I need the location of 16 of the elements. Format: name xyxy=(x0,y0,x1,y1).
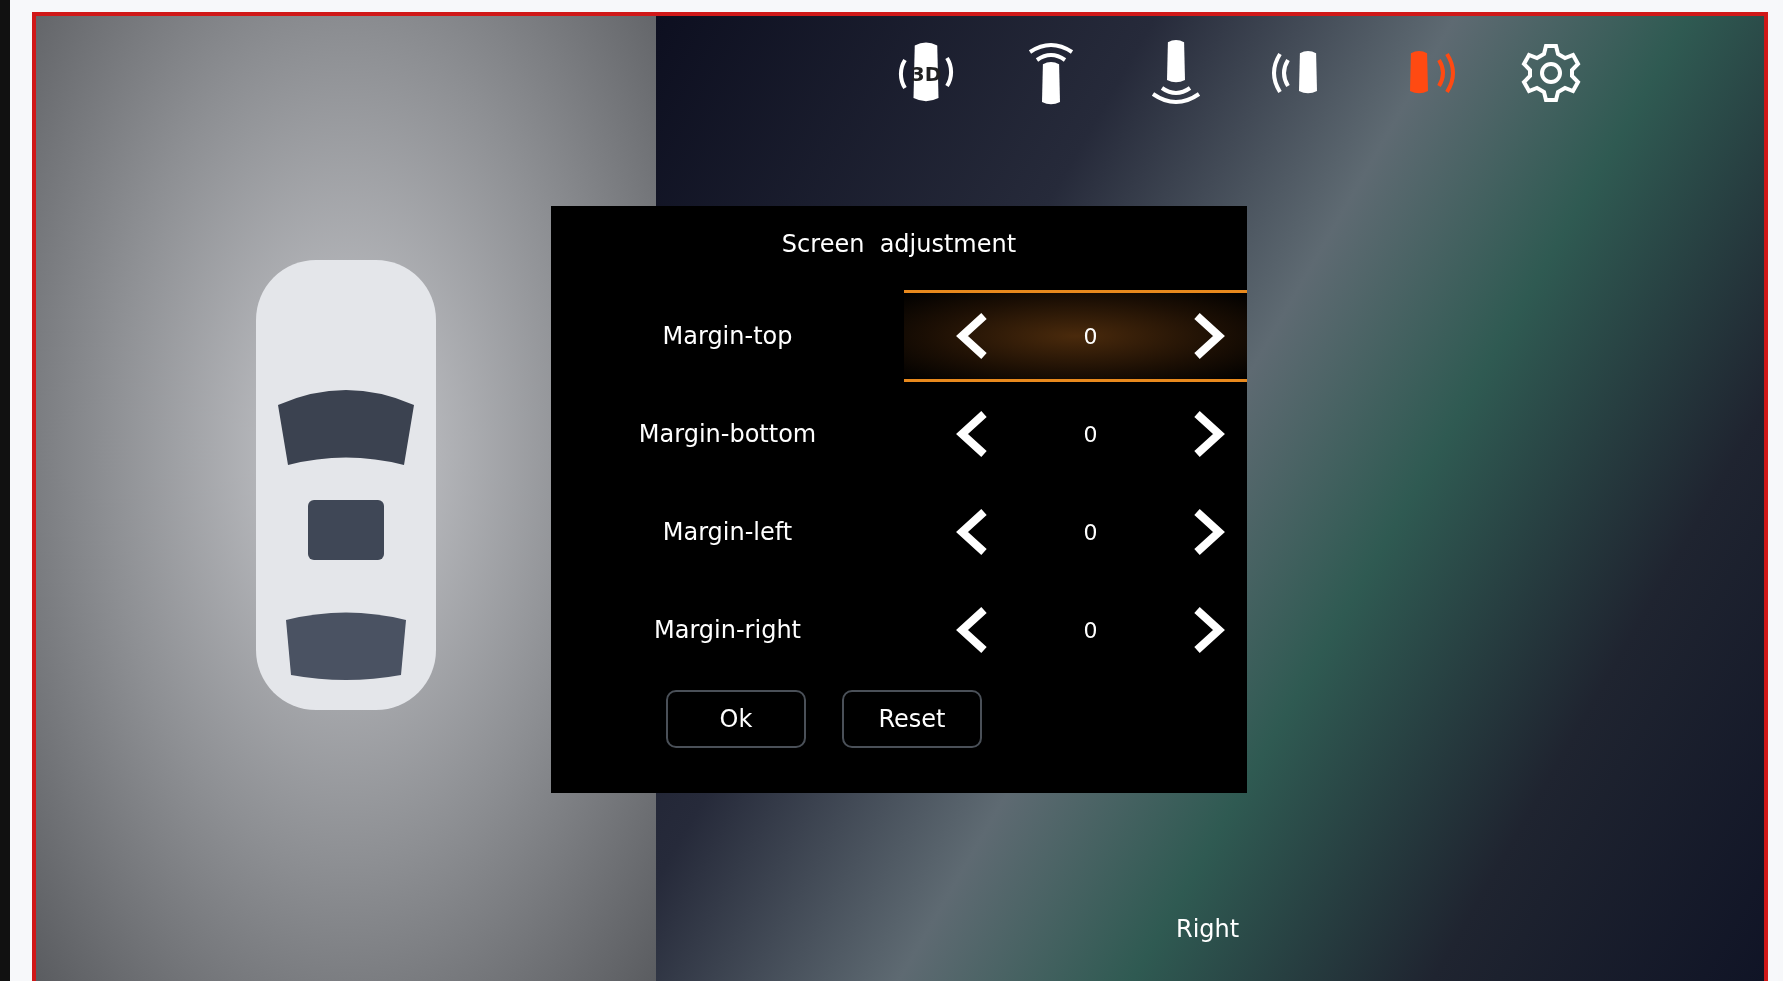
setting-value: 0 xyxy=(1083,421,1098,447)
setting-label: Margin-top xyxy=(662,322,793,350)
value-stepper[interactable]: 0 xyxy=(904,290,1247,382)
value-stepper[interactable]: 0 xyxy=(904,584,1247,676)
value-stepper[interactable]: 0 xyxy=(904,388,1247,480)
ok-button[interactable]: Ok xyxy=(666,690,806,748)
setting-value: 0 xyxy=(1083,519,1098,545)
camera-view-label: Right xyxy=(1176,915,1240,943)
setting-label: Margin-left xyxy=(662,518,793,546)
dialog-title: Screen adjustment xyxy=(781,230,1017,258)
setting-label: Margin-right xyxy=(654,616,801,644)
setting-value: 0 xyxy=(1083,323,1098,349)
reset-button[interactable]: Reset xyxy=(842,690,982,748)
setting-value: 0 xyxy=(1083,617,1098,643)
setting-label: Margin-bottom xyxy=(638,420,817,448)
value-stepper[interactable]: 0 xyxy=(904,486,1247,578)
